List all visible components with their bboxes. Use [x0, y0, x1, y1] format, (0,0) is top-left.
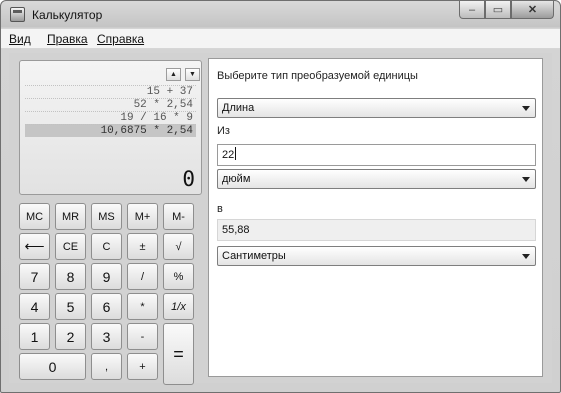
window-controls: – ▭ ✕: [459, 1, 554, 20]
from-value-text: 22: [222, 149, 235, 161]
memory-add-button[interactable]: M+: [127, 203, 158, 230]
dropdown-arrow-icon: [522, 254, 530, 259]
menu-edit[interactable]: Правка: [47, 32, 88, 46]
decimal-button[interactable]: ,: [91, 353, 122, 380]
result-display: 0: [182, 167, 195, 191]
text-cursor: [235, 147, 237, 160]
digit-9-button[interactable]: 9: [91, 263, 122, 290]
unit-converter-panel: Выберите тип преобразуемой единицы Длина…: [208, 58, 543, 377]
minimize-icon: –: [468, 3, 476, 16]
to-value-output[interactable]: 55,88: [217, 219, 536, 241]
dropdown-arrow-icon: [522, 106, 530, 111]
memory-store-button[interactable]: MS: [91, 203, 122, 230]
calculator-body: ▲ ▼ 15 + 37 52 * 2,54 19 / 16 * 9 10,687…: [9, 53, 552, 385]
reciprocal-button[interactable]: 1/x: [163, 293, 194, 320]
from-unit-select[interactable]: дюйм: [217, 169, 536, 189]
calculator-window: Калькулятор – ▭ ✕ Вид Правка Справка ▲ ▼…: [0, 0, 561, 393]
history-up-button[interactable]: ▲: [166, 68, 181, 81]
subtract-button[interactable]: -: [127, 323, 158, 350]
square-root-button[interactable]: √: [163, 233, 194, 260]
history-entry[interactable]: 19 / 16 * 9: [25, 111, 196, 124]
from-unit-value: дюйм: [222, 173, 251, 185]
dropdown-arrow-icon: [522, 177, 530, 182]
conversion-type-label: Выберите тип преобразуемой единицы: [217, 70, 418, 82]
percent-button[interactable]: %: [163, 263, 194, 290]
add-button[interactable]: +: [127, 353, 158, 380]
window-title: Калькулятор: [32, 8, 103, 22]
history-entry[interactable]: 52 * 2,54: [25, 98, 196, 111]
divide-button[interactable]: /: [127, 263, 158, 290]
clear-entry-button[interactable]: CE: [55, 233, 86, 260]
digit-2-button[interactable]: 2: [55, 323, 86, 350]
conversion-type-value: Длина: [222, 102, 255, 114]
equals-button[interactable]: =: [163, 323, 194, 385]
title-bar[interactable]: Калькулятор – ▭ ✕: [1, 1, 560, 28]
maximize-icon: ▭: [492, 4, 504, 16]
digit-4-button[interactable]: 4: [19, 293, 50, 320]
menu-help[interactable]: Справка: [97, 32, 144, 46]
history-entry[interactable]: 15 + 37: [25, 85, 196, 98]
close-button[interactable]: ✕: [511, 1, 554, 19]
history-entry-selected[interactable]: 10,6875 * 2,54: [25, 124, 196, 137]
to-value-text: 55,88: [222, 224, 250, 236]
memory-clear-button[interactable]: MC: [19, 203, 50, 230]
digit-8-button[interactable]: 8: [55, 263, 86, 290]
to-unit-select[interactable]: Сантиметры: [217, 246, 536, 266]
backspace-button[interactable]: ⟵: [19, 233, 50, 260]
multiply-button[interactable]: *: [127, 293, 158, 320]
to-unit-value: Сантиметры: [222, 250, 286, 262]
memory-subtract-button[interactable]: M-: [163, 203, 194, 230]
menu-view[interactable]: Вид: [9, 32, 31, 46]
memory-recall-button[interactable]: MR: [55, 203, 86, 230]
digit-7-button[interactable]: 7: [19, 263, 50, 290]
digit-1-button[interactable]: 1: [19, 323, 50, 350]
from-value-input[interactable]: 22: [217, 144, 536, 166]
digit-6-button[interactable]: 6: [91, 293, 122, 320]
calculator-app-icon: [10, 7, 25, 22]
digit-0-button[interactable]: 0: [19, 353, 86, 380]
sign-toggle-button[interactable]: ±: [127, 233, 158, 260]
close-icon: ✕: [527, 4, 538, 16]
maximize-button[interactable]: ▭: [485, 1, 511, 19]
digit-5-button[interactable]: 5: [55, 293, 86, 320]
menu-bar: Вид Правка Справка: [1, 29, 560, 49]
conversion-type-select[interactable]: Длина: [217, 98, 536, 118]
from-label: Из: [217, 125, 230, 137]
clear-button[interactable]: C: [91, 233, 122, 260]
digit-3-button[interactable]: 3: [91, 323, 122, 350]
history-down-button[interactable]: ▼: [185, 68, 200, 81]
to-label: в: [217, 203, 223, 215]
minimize-button[interactable]: –: [459, 1, 485, 19]
calculator-display: ▲ ▼ 15 + 37 52 * 2,54 19 / 16 * 9 10,687…: [19, 60, 202, 195]
